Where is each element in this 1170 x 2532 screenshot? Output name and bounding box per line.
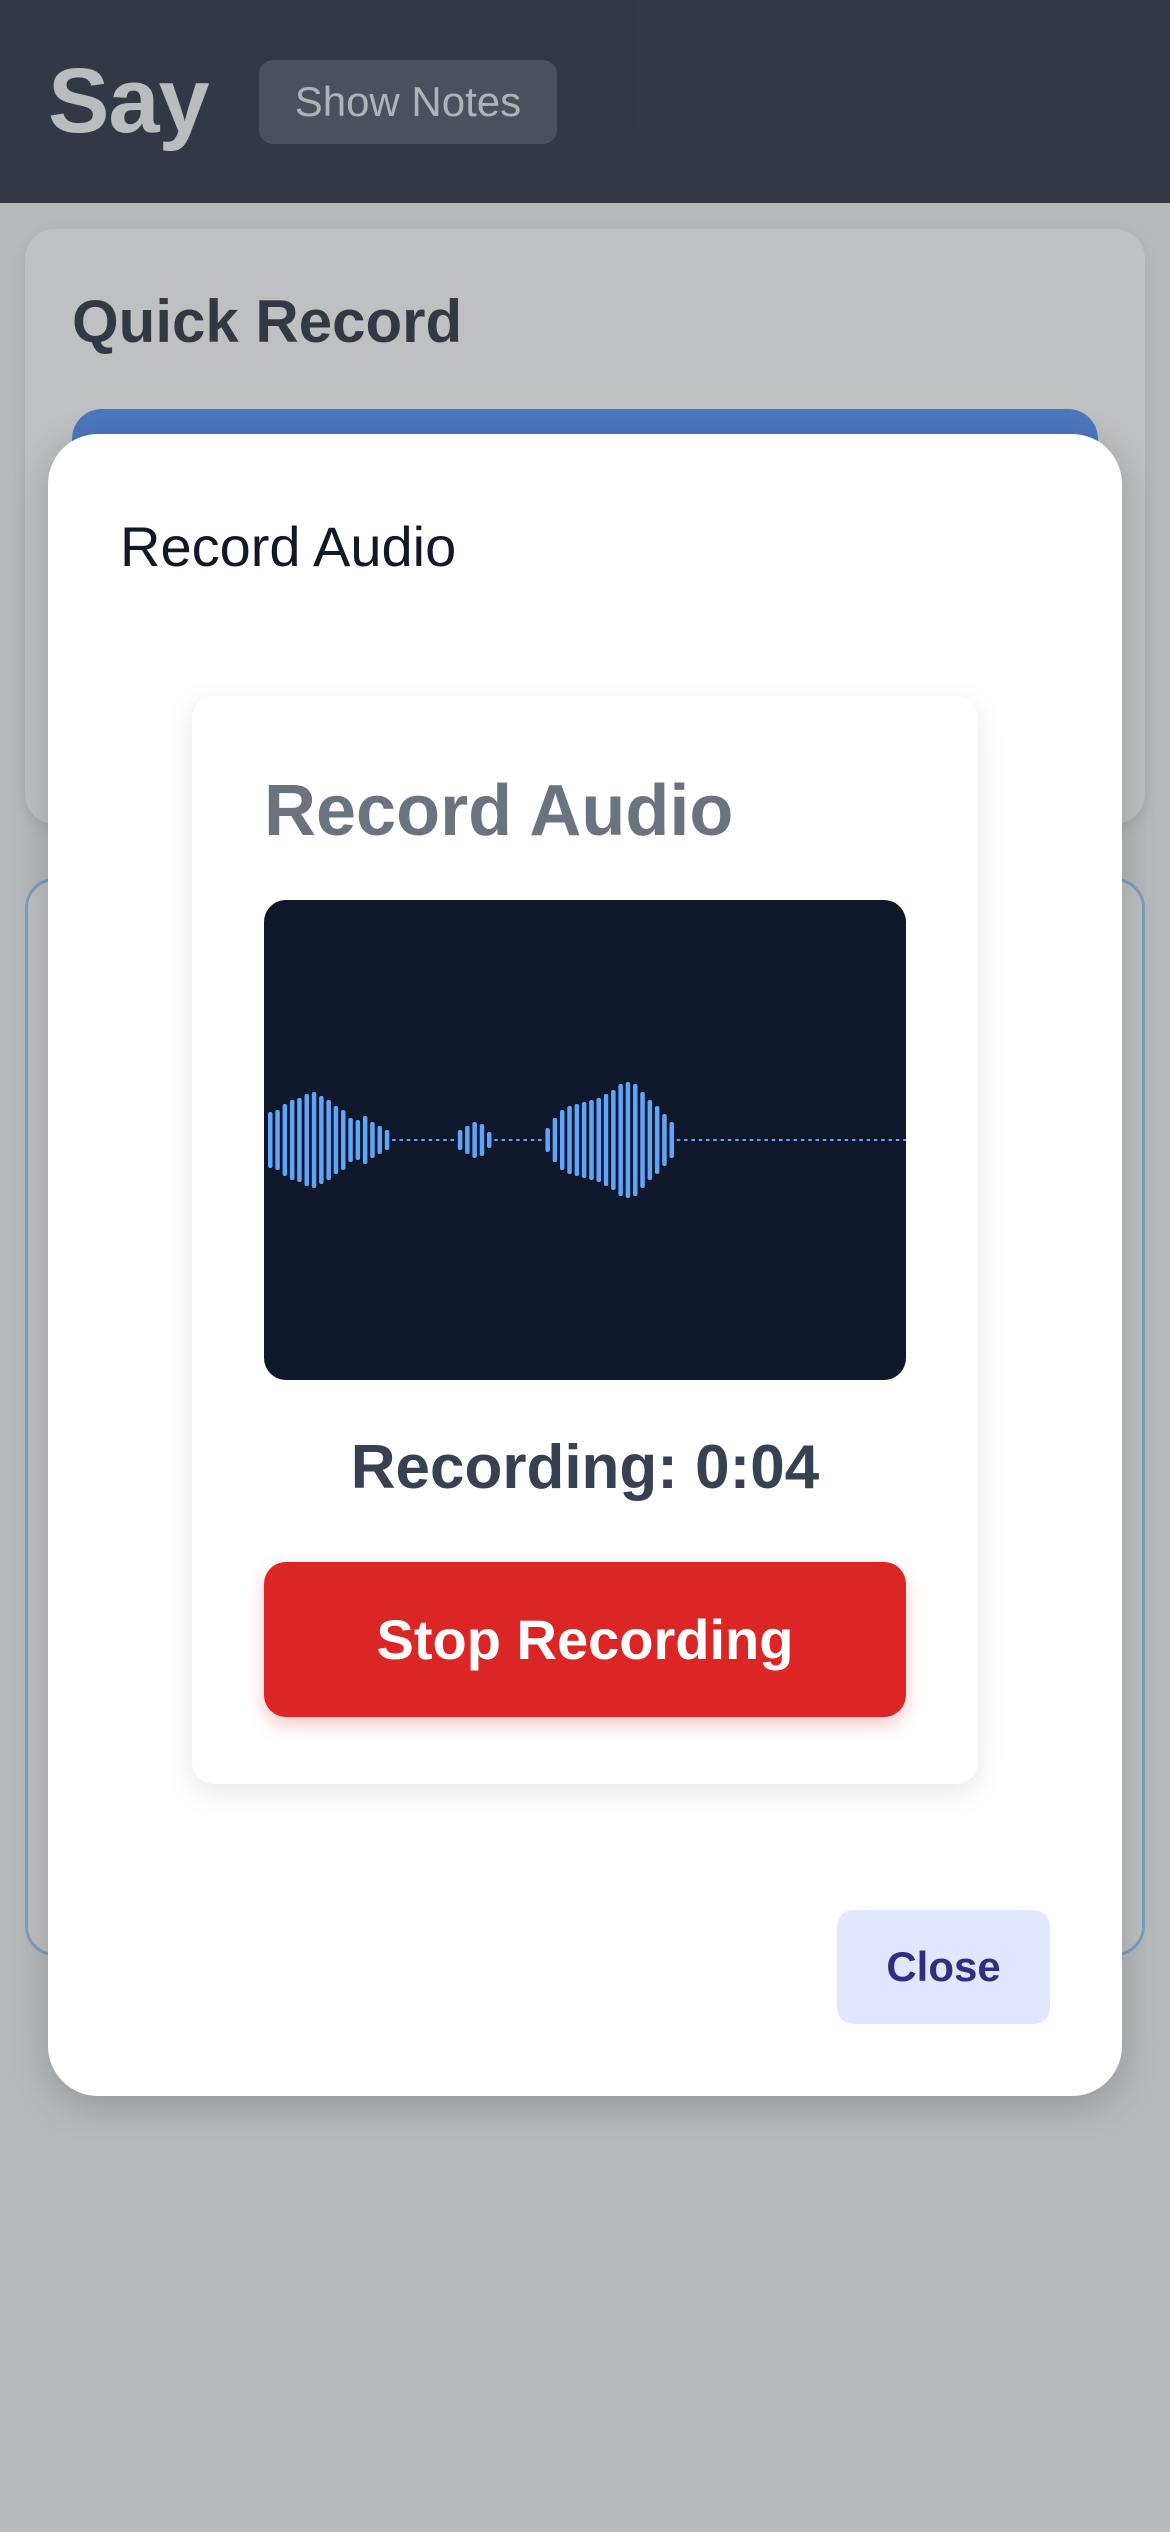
waveform-baseline-dot (508, 1139, 513, 1141)
waveform-baseline-dot (793, 1139, 798, 1141)
recorder-title: Record Audio (264, 771, 734, 851)
waveform-bar (355, 1120, 361, 1160)
waveform-bar (589, 1100, 594, 1180)
waveform-baseline-dot (406, 1139, 411, 1141)
waveform-bar (268, 1112, 273, 1168)
waveform-baseline-dot (749, 1139, 754, 1141)
waveform-bar (384, 1130, 390, 1150)
waveform-bar (275, 1110, 280, 1170)
waveform-baseline-dot (399, 1139, 403, 1141)
waveform-baseline-dot (720, 1139, 725, 1141)
waveform-baseline-dot (691, 1139, 695, 1141)
waveform-baseline-dot (837, 1139, 841, 1141)
waveform-baseline-dot (771, 1139, 776, 1141)
waveform-bar (479, 1124, 485, 1156)
waveform-baseline-dot (757, 1139, 761, 1141)
waveform-bar (362, 1116, 368, 1164)
waveform-bar (567, 1106, 572, 1174)
waveform-baseline-dot (698, 1139, 703, 1141)
waveform-baseline-dot (684, 1139, 688, 1141)
waveform-baseline-dot (706, 1139, 710, 1141)
waveform-baseline-dot (538, 1139, 542, 1141)
waveform-bar (603, 1094, 609, 1186)
waveform-baseline-dot (443, 1139, 447, 1141)
waveform-bar (625, 1082, 631, 1198)
waveform-bar (282, 1104, 288, 1176)
waveform-baseline-dot (742, 1139, 746, 1141)
waveform-baseline-dot (435, 1139, 440, 1141)
waveform-bar (487, 1132, 492, 1148)
waveform-bar (377, 1126, 382, 1154)
waveform-bar (611, 1090, 616, 1190)
recording-status: Recording: 0:04 (350, 1433, 820, 1502)
waveform-baseline-dot (450, 1139, 454, 1141)
record-audio-modal: Record Audio Record Audio Recording: 0:0… (48, 434, 1122, 2096)
waveform-baseline-dot (676, 1139, 681, 1141)
waveform-bar (662, 1114, 667, 1166)
waveform-baseline-dot (888, 1139, 892, 1141)
waveform-bar (633, 1084, 638, 1196)
waveform-bar (552, 1118, 558, 1162)
waveform-bar (304, 1094, 309, 1186)
waveform-baseline-dot (800, 1139, 805, 1141)
waveform-bar (297, 1098, 302, 1182)
waveform-baseline-dot (764, 1139, 768, 1141)
waveform-baseline-dot (530, 1139, 535, 1141)
waveform-baseline-dot (392, 1139, 396, 1141)
waveform-bar (341, 1110, 346, 1170)
waveform-baseline-dot (494, 1139, 498, 1141)
waveform-baseline-dot (727, 1139, 732, 1141)
waveform-baseline-dot (786, 1139, 790, 1141)
waveform-baseline-dot (713, 1139, 717, 1141)
waveform-baseline-dot (903, 1139, 906, 1141)
waveform-visualizer (264, 900, 906, 1380)
waveform-bar (654, 1106, 660, 1174)
waveform-baseline-dot (735, 1139, 739, 1141)
waveform-baseline-dot (895, 1139, 900, 1141)
waveform-bar (465, 1126, 470, 1154)
waveform-bar (647, 1100, 653, 1180)
waveform-bar (596, 1098, 601, 1182)
waveform-baseline-dot (516, 1139, 520, 1141)
waveform-baseline-dot (830, 1139, 834, 1141)
waveform-baseline-dot (852, 1139, 856, 1141)
waveform-baseline-dot (523, 1139, 527, 1141)
waveform-bar (348, 1118, 353, 1162)
waveform-bar (289, 1100, 295, 1180)
waveform-bar (669, 1122, 674, 1158)
waveform-baseline-dot (815, 1139, 819, 1141)
waveform-baseline-dot (866, 1139, 871, 1141)
waveform-baseline-dot (873, 1139, 878, 1141)
stop-recording-button[interactable]: Stop Recording (264, 1562, 906, 1717)
waveform-bar (311, 1092, 317, 1188)
waveform-baseline-dot (428, 1139, 433, 1141)
waveform-baseline-dot (421, 1139, 425, 1141)
waveform-bar (326, 1100, 331, 1180)
waveform-bar (457, 1130, 463, 1150)
waveform-bar (370, 1122, 375, 1158)
waveform-bar (560, 1110, 565, 1170)
waveform-graphic (268, 1082, 906, 1198)
waveform-baseline-dot (501, 1139, 506, 1141)
waveform-baseline-dot (844, 1139, 849, 1141)
waveform-baseline-dot (779, 1139, 783, 1141)
waveform-bar (581, 1102, 587, 1178)
close-button[interactable]: Close (837, 1910, 1050, 2024)
waveform-bar (545, 1128, 550, 1152)
waveform-baseline-dot (822, 1139, 827, 1141)
waveform-bar (333, 1106, 339, 1174)
waveform-baseline-dot (881, 1139, 885, 1141)
waveform-bar (319, 1096, 324, 1184)
modal-title: Record Audio (120, 515, 457, 578)
waveform-bar (640, 1092, 645, 1188)
waveform-baseline-dot (414, 1139, 418, 1141)
waveform-bar (574, 1104, 580, 1176)
waveform-baseline-dot (859, 1139, 863, 1141)
waveform-bar (618, 1084, 623, 1196)
waveform-bar (472, 1122, 477, 1158)
waveform-baseline-dot (808, 1139, 812, 1141)
recorder-card: Record Audio Recording: 0:04 Stop Record… (192, 696, 978, 1784)
